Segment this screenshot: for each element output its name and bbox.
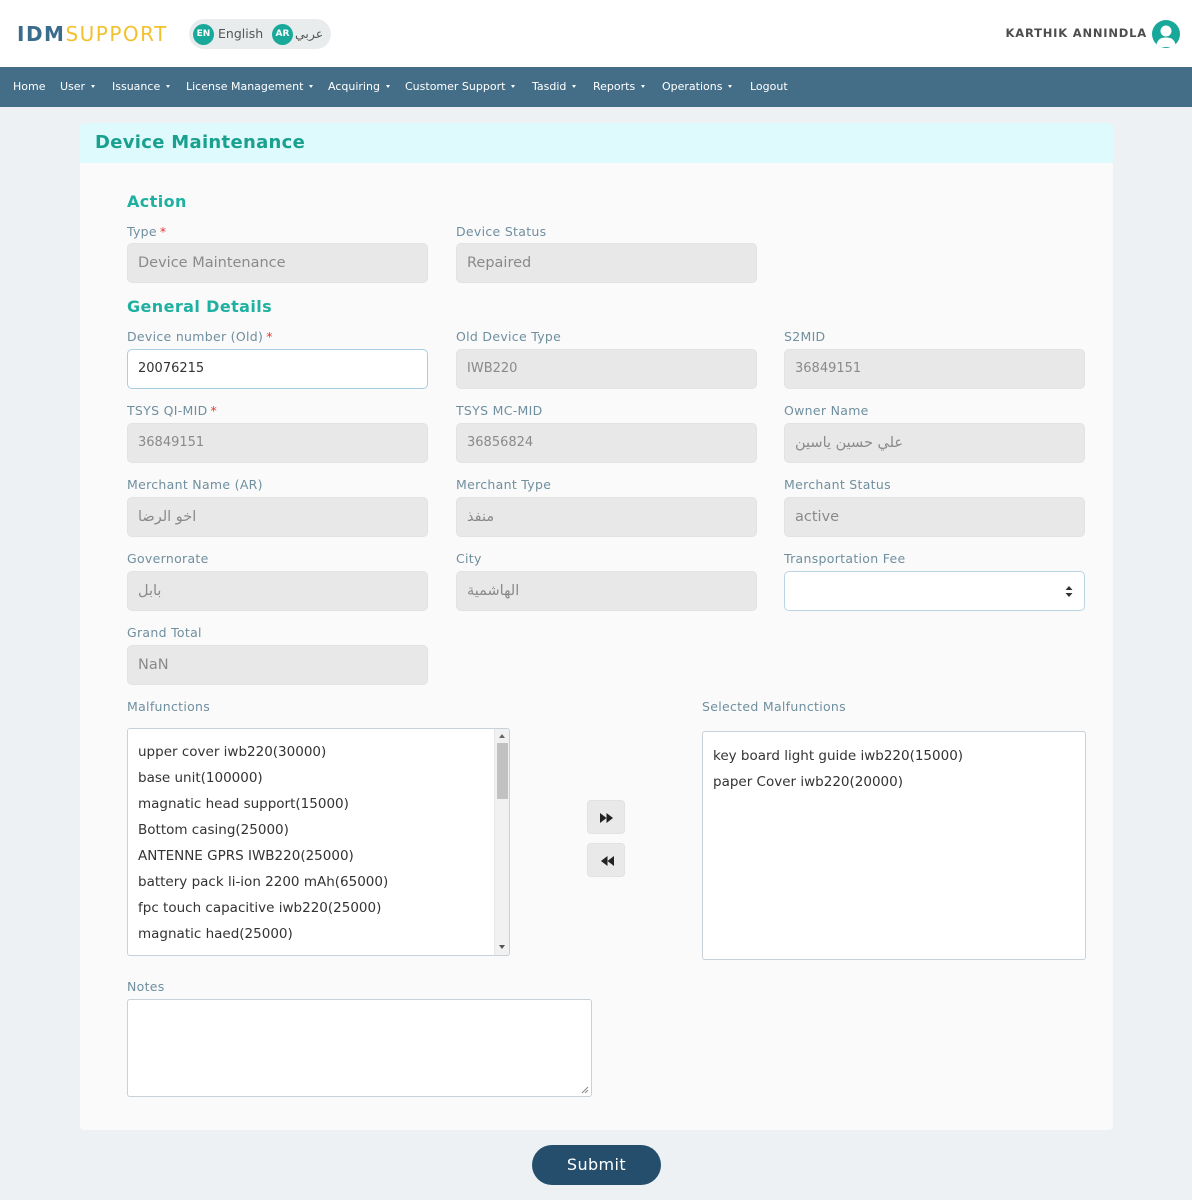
nav-reports[interactable]: Reports <box>593 80 646 94</box>
resize-handle-icon[interactable] <box>581 1086 589 1094</box>
caret-down-icon <box>91 84 96 88</box>
select-arrows-icon <box>1065 586 1073 597</box>
selected-malfunctions-label: Selected Malfunctions <box>702 699 846 714</box>
nav-license-management[interactable]: License Management <box>186 80 314 94</box>
scroll-up-arrow-icon[interactable] <box>499 734 505 738</box>
top-bar: IDMSUPPORT EN English AR عربي KARTHIK AN… <box>0 0 1192 67</box>
s2mid-label: S2MID <box>784 329 826 344</box>
merchant-name-ar-label: Merchant Name (AR) <box>127 477 263 492</box>
caret-down-icon <box>385 84 390 88</box>
transportation-fee-select[interactable] <box>784 571 1085 611</box>
grand-total-label: Grand Total <box>127 625 202 640</box>
page-title: Device Maintenance <box>95 132 306 153</box>
nav-issuance[interactable]: Issuance <box>112 80 171 94</box>
scroll-thumb[interactable] <box>497 743 508 799</box>
list-item[interactable]: ANTENNE GPRS IWB220(25000) <box>128 843 509 869</box>
language-switcher: EN English AR عربي <box>189 19 331 49</box>
lang-en-label[interactable]: English <box>218 26 263 42</box>
governorate-label: Governorate <box>127 551 209 566</box>
grand-total-field[interactable]: NaN <box>127 645 428 685</box>
list-item[interactable]: battery pack li-ion 2200 mAh(65000) <box>128 869 509 895</box>
tsys-qi-mid-field[interactable]: 36849151 <box>127 423 428 463</box>
nav-logout[interactable]: Logout <box>750 80 788 94</box>
caret-down-icon <box>641 84 646 88</box>
tsys-qi-mid-label: TSYS QI-MID * <box>127 403 218 418</box>
tsys-mc-mid-label: TSYS MC-MID <box>456 403 543 418</box>
lang-ar-badge[interactable]: AR <box>272 24 293 45</box>
lang-en-badge[interactable]: EN <box>193 24 214 45</box>
move-left-button[interactable] <box>587 843 625 877</box>
section-action-title: Action <box>127 192 187 211</box>
device-number-input[interactable]: 20076215 <box>127 349 428 389</box>
merchant-status-label: Merchant Status <box>784 477 891 492</box>
type-field[interactable]: Device Maintenance <box>127 243 428 283</box>
section-general-title: General Details <box>127 297 273 316</box>
main-nav: Home User Issuance License Management Ac… <box>0 67 1192 107</box>
lang-ar-label[interactable]: عربي <box>295 26 323 42</box>
device-status-label: Device Status <box>456 224 547 239</box>
fast-forward-icon <box>600 813 613 823</box>
tsys-mc-mid-field[interactable]: 36856824 <box>456 423 757 463</box>
malfunctions-listbox[interactable]: upper cover iwb220(30000) base unit(1000… <box>127 728 510 956</box>
governorate-field[interactable]: بابل <box>127 571 428 611</box>
merchant-status-field[interactable]: active <box>784 497 1085 537</box>
caret-down-icon <box>166 84 171 88</box>
logo[interactable]: IDMSUPPORT <box>17 22 168 46</box>
notes-textarea[interactable] <box>127 999 592 1097</box>
logo-support: SUPPORT <box>65 22 168 46</box>
device-number-label: Device number (Old) * <box>127 329 273 344</box>
type-label: Type * <box>127 224 167 239</box>
list-item[interactable]: magnatic haed(25000) <box>128 921 509 947</box>
old-device-type-label: Old Device Type <box>456 329 562 344</box>
transportation-fee-label: Transportation Fee <box>784 551 906 566</box>
owner-name-field[interactable]: علي حسين ياسين <box>784 423 1085 463</box>
malfunctions-label: Malfunctions <box>127 699 211 714</box>
device-status-field[interactable]: Repaired <box>456 243 757 283</box>
caret-down-icon <box>511 84 516 88</box>
required-mark: * <box>210 403 218 418</box>
malfunctions-scrollbar[interactable] <box>494 729 509 955</box>
list-item[interactable]: key board light guide iwb220(15000) <box>703 743 1085 769</box>
nav-tasdid[interactable]: Tasdid <box>532 80 577 94</box>
rewind-icon <box>601 856 614 866</box>
owner-name-label: Owner Name <box>784 403 869 418</box>
city-label: City <box>456 551 482 566</box>
user-avatar-icon[interactable] <box>1152 20 1180 48</box>
nav-operations[interactable]: Operations <box>662 80 733 94</box>
caret-down-icon <box>728 84 733 88</box>
nav-user[interactable]: User <box>60 80 96 94</box>
selected-malfunctions-listbox[interactable]: key board light guide iwb220(15000) pape… <box>702 731 1086 960</box>
caret-down-icon <box>309 84 314 88</box>
city-field[interactable]: الهاشمية <box>456 571 757 611</box>
card-header: Device Maintenance <box>80 123 1113 163</box>
list-item[interactable]: fpc touch capacitive iwb220(25000) <box>128 895 509 921</box>
notes-label: Notes <box>127 979 165 994</box>
merchant-type-field[interactable]: منفذ <box>456 497 757 537</box>
merchant-name-ar-field[interactable]: اخو الرضا <box>127 497 428 537</box>
list-item[interactable]: magnatic head support(15000) <box>128 791 509 817</box>
required-mark: * <box>266 329 273 344</box>
list-item[interactable]: upper cover iwb220(30000) <box>128 739 509 765</box>
move-right-button[interactable] <box>587 800 625 834</box>
logo-idm: IDM <box>17 22 66 46</box>
user-name[interactable]: KARTHIK ANNINDLA <box>1006 25 1147 41</box>
required-mark: * <box>159 224 167 239</box>
scroll-down-arrow-icon[interactable] <box>499 945 505 949</box>
list-item[interactable]: base unit(100000) <box>128 765 509 791</box>
nav-acquiring[interactable]: Acquiring <box>328 80 390 94</box>
nav-customer-support[interactable]: Customer Support <box>405 80 516 94</box>
caret-down-icon <box>572 84 577 88</box>
nav-home[interactable]: Home <box>13 80 45 94</box>
merchant-type-label: Merchant Type <box>456 477 552 492</box>
list-item[interactable]: Bottom casing(25000) <box>128 817 509 843</box>
list-item[interactable]: paper Cover iwb220(20000) <box>703 769 1085 795</box>
old-device-type-field[interactable]: IWB220 <box>456 349 757 389</box>
submit-button[interactable]: Submit <box>532 1145 661 1185</box>
s2mid-field[interactable]: 36849151 <box>784 349 1085 389</box>
